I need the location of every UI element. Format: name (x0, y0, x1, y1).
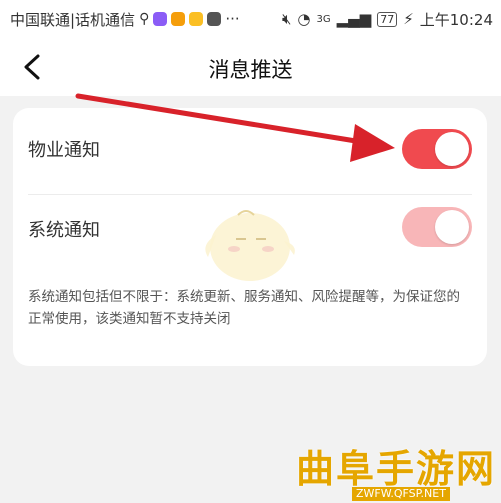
watermark-url: ZWFW.QFSP.NET (352, 487, 450, 501)
watermark-logo: 曲阜手游网 (296, 446, 497, 491)
annotation-arrow (75, 93, 395, 162)
